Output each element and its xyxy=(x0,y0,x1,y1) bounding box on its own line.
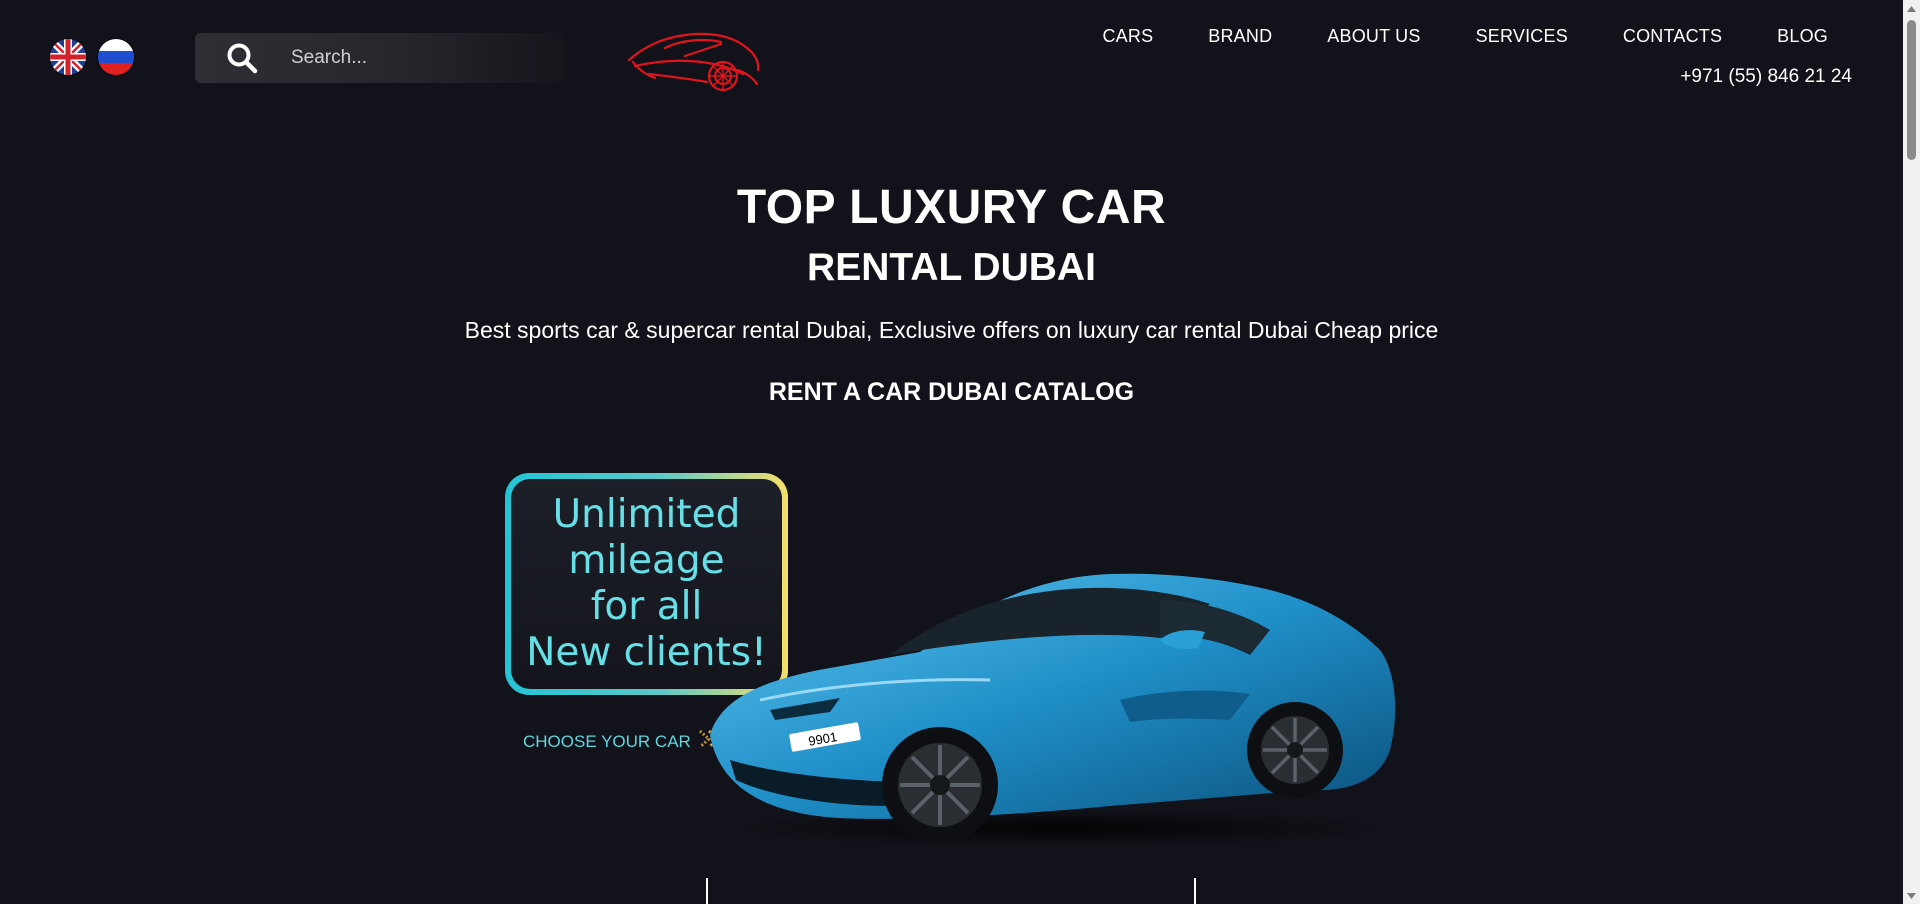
sports-car-logo-icon[interactable] xyxy=(625,26,763,96)
nav-item-about-us[interactable]: ABOUT US xyxy=(1327,26,1420,47)
page: CARS BRAND ABOUT US SERVICES CONTACTS BL… xyxy=(0,0,1903,904)
scrollbar-thumb[interactable] xyxy=(1907,20,1916,160)
russia-flag-icon[interactable] xyxy=(98,39,134,75)
main-nav: CARS BRAND ABOUT US SERVICES CONTACTS BL… xyxy=(1047,26,1828,47)
nav-item-services[interactable]: SERVICES xyxy=(1476,26,1568,47)
scroll-down-arrow-icon[interactable] xyxy=(1903,887,1920,904)
search-icon[interactable] xyxy=(225,41,259,75)
nav-item-blog[interactable]: BLOG xyxy=(1777,26,1828,47)
promo-line-3: for all xyxy=(590,584,703,629)
section-divider xyxy=(1194,878,1196,904)
page-scrollbar[interactable] xyxy=(1903,0,1920,904)
hero-car-image: 9901 xyxy=(690,560,1410,850)
search-input[interactable] xyxy=(289,46,543,70)
hero-title-line1: TOP LUXURY CAR xyxy=(736,181,1167,234)
uk-flag-icon[interactable] xyxy=(50,39,86,75)
hero-title-line2: RENTAL DUBAI xyxy=(807,246,1096,289)
nav-item-cars[interactable]: CARS xyxy=(1102,26,1153,47)
search-bar xyxy=(195,33,565,83)
nav-item-contacts[interactable]: CONTACTS xyxy=(1623,26,1722,47)
nav-item-brand[interactable]: BRAND xyxy=(1208,26,1272,47)
catalog-heading: RENT A CAR DUBAI CATALOG xyxy=(768,378,1135,406)
promo-line-1: Unlimited xyxy=(552,492,741,537)
choose-your-car-label: CHOOSE YOUR CAR xyxy=(523,731,691,751)
phone-link[interactable]: +971 (55) 846 21 24 xyxy=(1680,66,1852,88)
section-divider xyxy=(706,878,708,904)
scroll-up-arrow-icon[interactable] xyxy=(1903,0,1920,17)
hero-subtitle: Best sports car & supercar rental Dubai,… xyxy=(464,317,1439,343)
